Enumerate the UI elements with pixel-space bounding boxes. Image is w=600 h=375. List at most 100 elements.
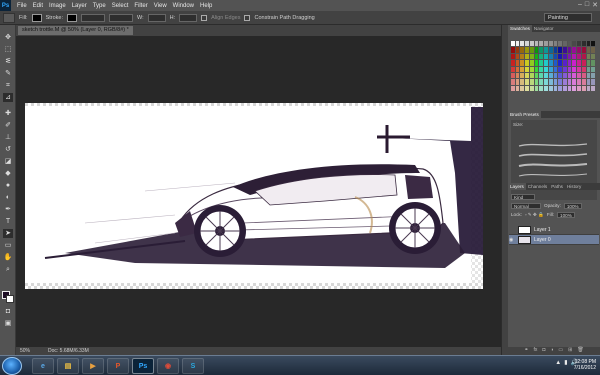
workspace-dropdown[interactable]: Painting [544,13,592,22]
menu-layer[interactable]: Layer [69,3,90,9]
path-selection-tool-icon[interactable]: ➤ [3,229,13,238]
swatch-cell[interactable] [567,72,572,79]
swatch-cell[interactable] [577,60,581,66]
swatch-cell[interactable] [558,60,562,66]
eyedropper-tool-icon[interactable]: ⊿ [3,93,13,102]
swatch-cell[interactable] [581,60,586,66]
swatch-cell[interactable] [581,53,586,60]
network-icon[interactable]: ▮ [564,359,567,366]
menu-window[interactable]: Window [170,3,197,9]
layer-filter-kind[interactable]: Kind [511,193,535,200]
skype-icon[interactable]: S [182,358,204,374]
history-brush-tool-icon[interactable]: ↺ [3,145,13,154]
taskbar-clock[interactable]: 12:08 PM 7/16/2012 [574,359,596,371]
swatch-cell[interactable] [586,60,591,66]
swatch-cell[interactable] [515,66,520,72]
swatch-cell[interactable] [572,41,577,47]
swatch-cell[interactable] [572,85,577,91]
swatch-cell[interactable] [562,41,567,47]
new-layer-icon[interactable]: ⊞ [568,347,572,355]
swatch-cell[interactable] [572,60,577,66]
menu-file[interactable]: File [14,3,30,9]
swatch-cell[interactable] [534,66,539,72]
swatch-cell[interactable] [577,85,581,91]
swatch-cell[interactable] [544,41,548,47]
swatch-cell[interactable] [511,85,515,91]
swatch-cell[interactable] [548,41,553,47]
swatch-cell[interactable] [520,72,525,79]
swatch-cell[interactable] [544,53,548,60]
swatch-cell[interactable] [539,41,544,47]
swatch-cell[interactable] [511,53,515,60]
swatch-cell[interactable] [511,41,515,47]
swatch-cell[interactable] [553,85,558,91]
swatch-cell[interactable] [591,60,595,66]
menu-view[interactable]: View [151,3,170,9]
swatch-cell[interactable] [562,72,567,79]
swatch-cell[interactable] [572,47,577,53]
swatch-cell[interactable] [581,85,586,91]
swatch-cell[interactable] [558,72,562,79]
healing-brush-tool-icon[interactable]: ✚ [3,109,13,118]
menu-image[interactable]: Image [46,3,69,9]
swatch-cell[interactable] [586,53,591,60]
swatch-cell[interactable] [539,60,544,66]
swatch-cell[interactable] [553,53,558,60]
swatch-cell[interactable] [591,47,595,53]
blend-mode-dropdown[interactable]: Normal [511,202,541,209]
swatch-cell[interactable] [525,60,529,66]
swatch-cell[interactable] [544,66,548,72]
zoom-tool-icon[interactable]: ⌕ [3,265,13,274]
swatch-cell[interactable] [515,72,520,79]
swatch-cell[interactable] [529,47,534,53]
swatch-cell[interactable] [572,53,577,60]
swatch-cell[interactable] [586,79,591,85]
eraser-tool-icon[interactable]: ◪ [3,157,13,166]
swatch-cell[interactable] [553,72,558,79]
screen-mode-icon[interactable]: ▣ [3,319,13,328]
quick-mask-icon[interactable]: ◘ [3,307,13,316]
swatch-cell[interactable] [525,53,529,60]
swatch-cell[interactable] [577,47,581,53]
swatch-cell[interactable] [586,72,591,79]
swatch-cell[interactable] [529,85,534,91]
swatch-cell[interactable] [548,47,553,53]
swatch-cell[interactable] [544,47,548,53]
background-color-swatch[interactable] [6,295,14,303]
swatch-cell[interactable] [520,66,525,72]
swatch-cell[interactable] [577,66,581,72]
swatch-cell[interactable] [591,53,595,60]
swatch-cell[interactable] [525,66,529,72]
swatch-cell[interactable] [558,79,562,85]
stroke-type-dropdown[interactable] [109,13,133,22]
adjustment-icon[interactable]: ◑ [550,347,553,355]
menu-type[interactable]: Type [90,3,109,9]
swatch-cell[interactable] [558,41,562,47]
swatch-cell[interactable] [529,72,534,79]
menu-help[interactable]: Help [197,3,215,9]
internet-explorer-icon[interactable]: e [32,358,54,374]
maximize-button[interactable]: □ [585,1,589,9]
stroke-width-field[interactable] [81,13,105,22]
swatch-cell[interactable] [515,85,520,91]
tab-navigator[interactable]: Navigator [532,25,556,32]
swatch-cell[interactable] [520,53,525,60]
swatch-cell[interactable] [567,47,572,53]
swatch-cell[interactable] [558,53,562,60]
swatch-cell[interactable] [591,79,595,85]
photoshop-taskbar-icon[interactable]: Ps [132,358,154,374]
link-layers-icon[interactable]: ⚭ [524,347,528,355]
swatch-cell[interactable] [511,60,515,66]
swatch-cell[interactable] [520,60,525,66]
swatch-cell[interactable] [586,41,591,47]
swatch-cell[interactable] [548,79,553,85]
layer-row-layer-0[interactable]: ◉ Layer 0 [509,235,599,245]
swatch-cell[interactable] [553,66,558,72]
swatch-cell[interactable] [515,79,520,85]
fx-icon[interactable]: fx [533,347,537,355]
swatch-cell[interactable] [553,47,558,53]
document-tab[interactable]: sketch trottle.M @ 50% (Layer 0, RGB/8#)… [18,26,133,35]
fill-swatch[interactable] [31,13,42,22]
group-icon[interactable]: ▭ [558,347,563,355]
chrome-icon[interactable]: ◉ [157,358,179,374]
